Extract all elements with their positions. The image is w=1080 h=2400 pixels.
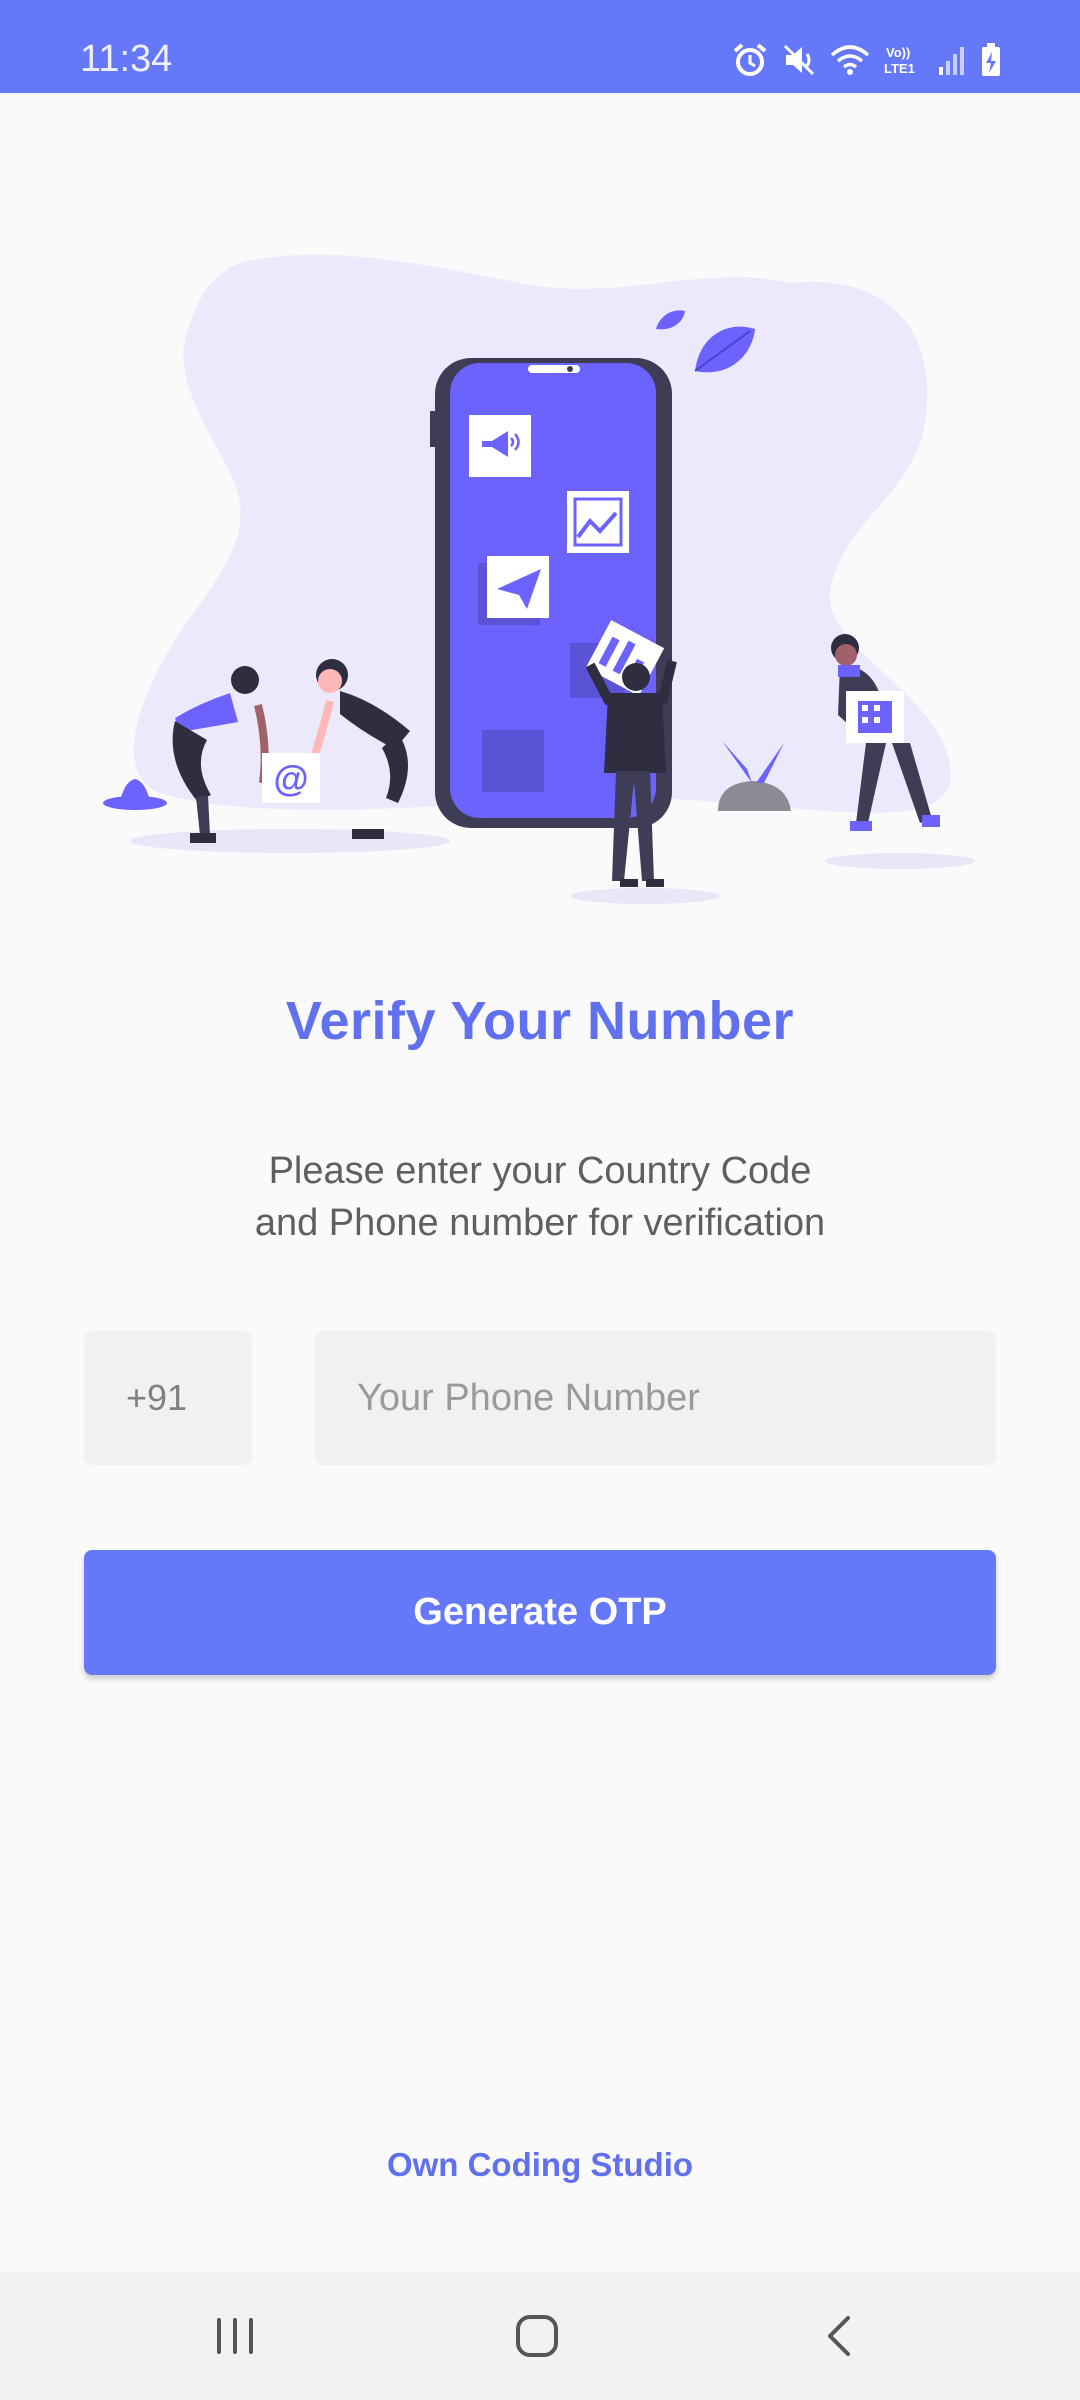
mute-icon <box>782 43 816 77</box>
instructions-line-1: Please enter your Country Code <box>268 1150 812 1192</box>
ground-shadow-right <box>825 853 975 869</box>
navigation-bar <box>0 2272 1080 2400</box>
signal-icon <box>938 45 966 75</box>
country-code-value: +91 <box>126 1377 188 1418</box>
ground-shadow-middle <box>570 888 720 904</box>
alarm-icon <box>732 43 768 77</box>
footer-brand: Own Coding Studio <box>386 2146 694 2183</box>
wifi-icon <box>830 44 870 76</box>
status-time: 11:34 <box>80 38 173 80</box>
generate-otp-button[interactable]: Generate OTP <box>84 1550 996 1675</box>
status-icons: Vo)) LTE1 <box>732 40 1002 80</box>
phone-number-input[interactable] <box>315 1331 996 1465</box>
instructions-line-2: and Phone number for verification <box>254 1202 826 1244</box>
recent-apps-icon[interactable] <box>205 2306 265 2366</box>
page-title: Verify Your Number <box>285 991 795 1051</box>
instructions-text: Please enter your Country Code and Phone… <box>0 1145 1080 1249</box>
hero-illustration: @ <box>0 93 1080 933</box>
email-card: @ <box>262 753 320 803</box>
country-code-field[interactable]: +91 <box>84 1331 252 1465</box>
back-icon[interactable] <box>810 2306 870 2366</box>
status-bar: 11:34 Vo)) LTE1 <box>0 0 1080 93</box>
ground-shadow-left <box>130 829 450 853</box>
volte-lte-icon: Vo)) LTE1 <box>884 43 924 77</box>
home-icon[interactable] <box>507 2306 567 2366</box>
svg-text:@: @ <box>273 758 308 799</box>
svg-text:LTE1: LTE1 <box>884 61 915 76</box>
battery-charging-icon <box>980 43 1002 77</box>
svg-text:Vo)): Vo)) <box>886 45 910 60</box>
